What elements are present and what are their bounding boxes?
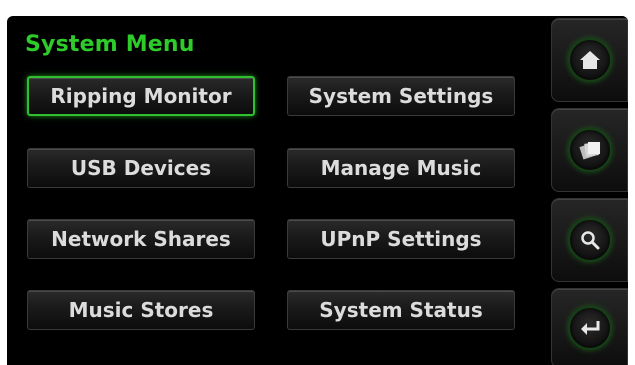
ripping-monitor-button[interactable]: Ripping Monitor — [27, 76, 255, 116]
upnp-settings-button[interactable]: UPnP Settings — [287, 219, 515, 259]
home-knob — [567, 38, 612, 82]
search-knob — [567, 218, 612, 262]
album-stack-icon — [578, 142, 600, 160]
music-stores-button[interactable]: Music Stores — [27, 290, 255, 330]
system-status-button[interactable]: System Status — [287, 290, 515, 330]
page-title: System Menu — [25, 32, 195, 57]
manage-music-button[interactable]: Manage Music — [287, 148, 515, 188]
search-icon — [580, 231, 599, 250]
enter-icon — [580, 321, 599, 335]
screen: System Menu Ripping Monitor System Setti… — [7, 16, 628, 365]
system-settings-button[interactable]: System Settings — [287, 76, 515, 116]
albums-button[interactable] — [551, 108, 628, 192]
enter-button[interactable] — [551, 288, 628, 365]
enter-knob — [567, 306, 612, 350]
albums-knob — [567, 128, 612, 172]
side-navigation — [545, 16, 628, 365]
network-shares-button[interactable]: Network Shares — [27, 219, 255, 259]
search-button[interactable] — [551, 198, 628, 282]
usb-devices-button[interactable]: USB Devices — [27, 148, 255, 188]
home-icon — [579, 51, 600, 69]
home-button[interactable] — [551, 18, 628, 102]
